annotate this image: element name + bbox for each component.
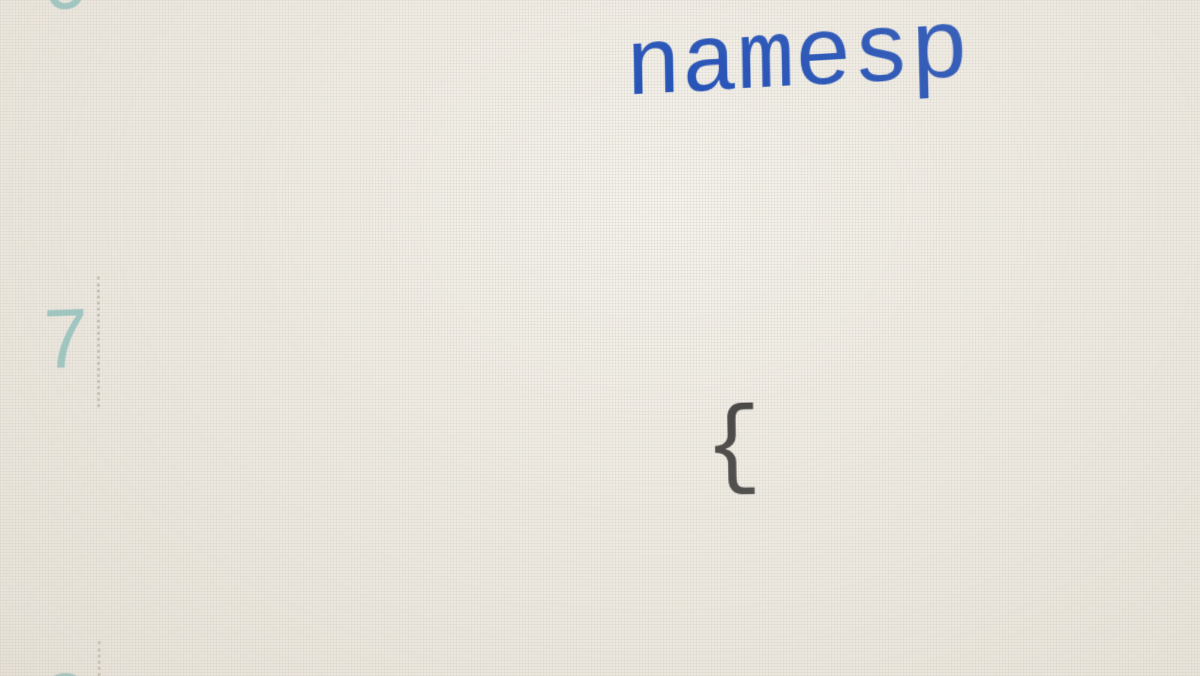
fold-gutter[interactable]	[117, 0, 202, 159]
line-number: 8	[0, 651, 119, 676]
line-number: 7	[0, 286, 118, 405]
fold-gutter	[117, 283, 202, 286]
brace-open: {	[704, 394, 763, 505]
namespace-keyword: namesp	[625, 0, 970, 124]
code-line[interactable]: 7 {	[0, 230, 1200, 641]
code-line[interactable]: 6 namesp	[0, 0, 1200, 282]
code-line[interactable]: 8 [ID("RandomI	[0, 649, 1200, 676]
line-number: 6	[0, 0, 117, 50]
code-editor-view[interactable]: 6 namesp 7 { 8 [ID("RandomI 9	[0, 0, 1200, 676]
